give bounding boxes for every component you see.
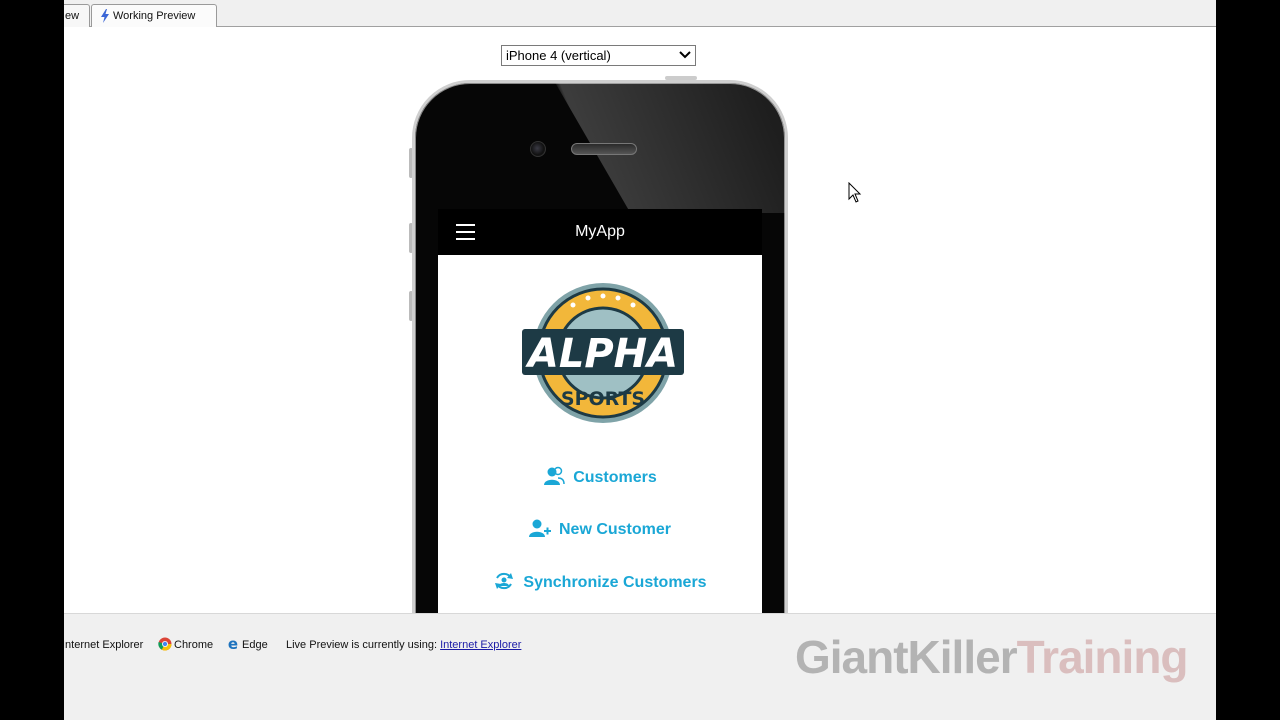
logo-top-text: ALPHA (525, 331, 678, 377)
tab-preview[interactable]: ew (64, 4, 90, 27)
browser-chrome-option[interactable]: Chrome (158, 637, 213, 653)
synchronize-customers-link-label: Synchronize Customers (523, 574, 707, 591)
alpha-sports-logo: ALPHA SPORTS (522, 283, 684, 423)
watermark-part-1: GiantKiller (795, 631, 1018, 683)
current-browser-link[interactable]: Internet Explorer (440, 639, 521, 651)
ide-preview-frame: ew Working Preview iPhone 4 (vertical) M… (64, 0, 1216, 720)
svg-text:e: e (228, 637, 238, 651)
tab-strip: ew Working Preview (64, 0, 1216, 27)
mouse-cursor-icon (848, 182, 862, 203)
browser-ie-option[interactable]: Internet Explorer (64, 637, 143, 653)
edge-icon: e (228, 635, 238, 653)
phone-screen: MyApp ALPHA SPORTS Customers New Custome… (438, 209, 762, 613)
chevron-down-icon (679, 51, 691, 59)
chrome-icon (158, 637, 172, 651)
browser-ie-label: Internet Explorer (64, 639, 144, 651)
lightning-icon (101, 9, 109, 24)
customers-link[interactable]: Customers (438, 465, 762, 491)
tab-working-preview[interactable]: Working Preview (91, 4, 217, 27)
logo-bottom-text: SPORTS (561, 388, 645, 410)
watermark-logo: GiantKillerTraining (795, 630, 1189, 684)
browser-chrome-label: Chrome (174, 639, 214, 651)
watermark-part-2: Training (1016, 631, 1189, 683)
camera-icon (530, 141, 546, 157)
users-icon (544, 466, 565, 485)
sync-icon (495, 572, 514, 589)
speaker-grille (571, 143, 637, 155)
device-select[interactable]: iPhone 4 (vertical) (501, 45, 696, 66)
hamburger-menu-icon[interactable] (456, 224, 475, 240)
live-preview-status-text: Live Preview is currently using: (286, 639, 438, 651)
browser-edge-option[interactable]: e Edge (226, 635, 268, 653)
add-user-icon (528, 519, 551, 537)
live-preview-status: Live Preview is currently using: Interne… (286, 637, 521, 653)
tab-preview-label: ew (65, 10, 80, 22)
customers-link-label: Customers (573, 469, 657, 486)
browser-edge-label: Edge (242, 639, 268, 651)
app-header: MyApp (438, 209, 762, 255)
synchronize-customers-link[interactable]: Synchronize Customers (438, 570, 762, 596)
tab-working-preview-label: Working Preview (113, 10, 196, 22)
device-select-value: iPhone 4 (vertical) (506, 48, 611, 63)
new-customer-link[interactable]: New Customer (438, 517, 762, 543)
app-title: MyApp (575, 223, 625, 240)
browser-bar: Internet Explorer Chrome e Edge Live Pre… (64, 613, 1216, 720)
new-customer-link-label: New Customer (558, 521, 672, 538)
